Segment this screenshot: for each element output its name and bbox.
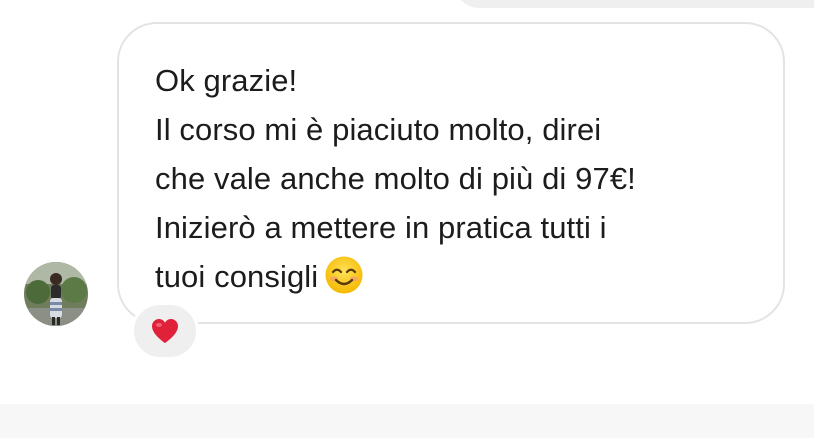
heart-icon xyxy=(152,319,178,343)
message-line-last: tuoi consigli xyxy=(155,252,765,309)
avatar-photo-icon xyxy=(24,262,88,326)
previous-message-bubble[interactable] xyxy=(455,0,814,8)
composer-area xyxy=(0,404,814,438)
message-line-text: tuoi consigli xyxy=(155,259,319,294)
sender-avatar[interactable] xyxy=(24,262,88,326)
message-line: Inizierò a mettere in pratica tutti i xyxy=(155,210,607,245)
message-line: Il corso mi è piaciuto molto, direi xyxy=(155,112,602,147)
message-line: Ok grazie! xyxy=(155,63,298,98)
message-line: che vale anche molto di più di 97€! xyxy=(155,161,636,196)
message-text: Ok grazie! Il corso mi è piaciuto molto,… xyxy=(155,56,765,309)
smiling-face-emoji-icon xyxy=(324,255,364,309)
heart-reaction[interactable] xyxy=(131,302,199,360)
